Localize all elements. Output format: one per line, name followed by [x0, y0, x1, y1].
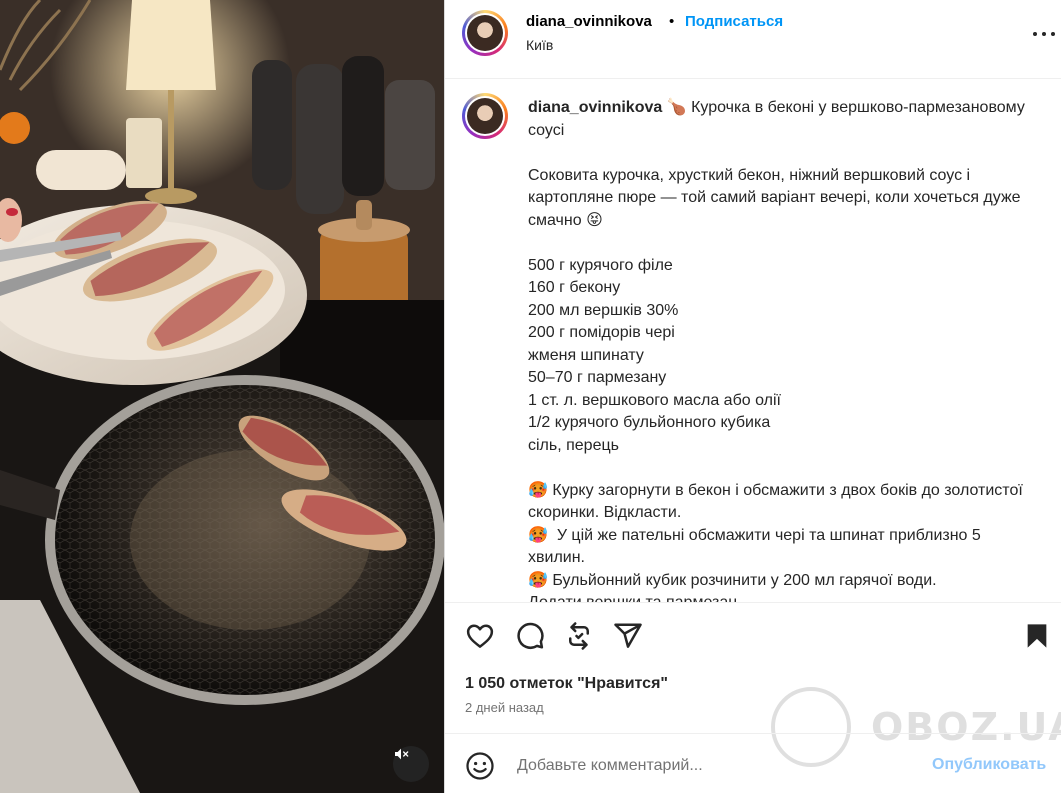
comment-icon: [517, 622, 544, 649]
like-button[interactable]: [465, 621, 497, 653]
follow-button[interactable]: Подписаться: [685, 13, 783, 30]
emoji-picker-button[interactable]: [465, 751, 495, 781]
post-actions: 1 050 отметок "Нравится" 2 дней назад OB…: [445, 602, 1061, 767]
post-details-panel: diana_ovinnikova • Подписаться Київ dian…: [444, 0, 1061, 793]
share-icon: [614, 623, 642, 648]
comment-button[interactable]: [515, 621, 547, 653]
more-options-button[interactable]: [1033, 30, 1057, 38]
separator-dot: •: [669, 13, 675, 30]
author-avatar[interactable]: [462, 10, 508, 56]
caption-scroll-area[interactable]: diana_ovinnikova 🍗 Курочка в беконі у ве…: [445, 79, 1061, 602]
video-frame-illustration: [0, 0, 444, 793]
save-button[interactable]: [1023, 621, 1055, 653]
author-username[interactable]: diana_ovinnikova: [526, 13, 652, 30]
post-date[interactable]: 2 дней назад: [465, 700, 544, 715]
mute-toggle-button[interactable]: [393, 746, 429, 782]
likes-count[interactable]: 1 050 отметок "Нравится": [465, 675, 668, 693]
add-comment-bar: Опубликовать: [445, 733, 1061, 794]
share-button[interactable]: [613, 621, 645, 653]
post-location[interactable]: Київ: [526, 37, 553, 53]
smiley-icon: [466, 752, 494, 780]
speaker-muted-icon: [395, 748, 409, 760]
heart-icon: [466, 624, 494, 648]
post-media-video[interactable]: [0, 0, 444, 793]
caption-body: 🍗 Курочка в беконі у вершково-пармезанов…: [528, 99, 1025, 602]
caption-author-avatar[interactable]: [462, 93, 508, 139]
post-header: diana_ovinnikova • Подписаться Київ: [445, 0, 1061, 79]
caption-username[interactable]: diana_ovinnikova: [528, 99, 662, 116]
comment-input[interactable]: [515, 752, 919, 780]
repost-button[interactable]: [564, 621, 596, 653]
publish-comment-button[interactable]: Опубликовать: [932, 756, 1046, 774]
caption-text-block: diana_ovinnikova 🍗 Курочка в беконі у ве…: [528, 97, 1040, 602]
repost-icon: [569, 622, 589, 650]
bookmark-icon: [1027, 624, 1047, 648]
